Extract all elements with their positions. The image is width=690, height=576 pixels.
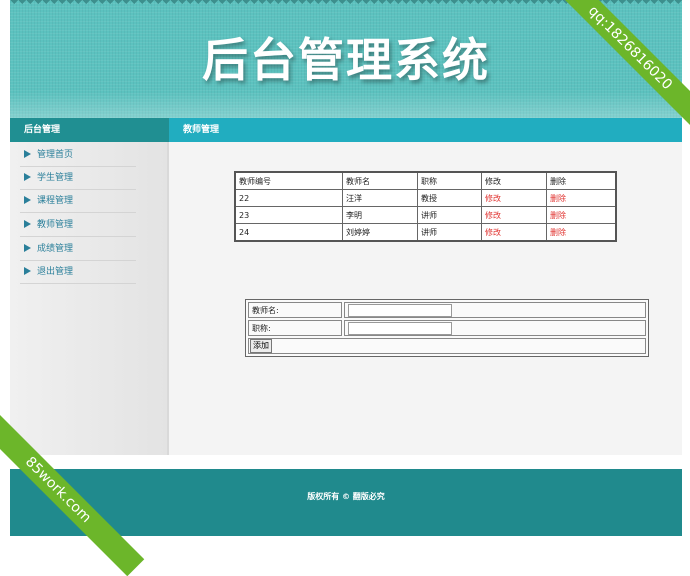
teacher-title-cell: 教授 bbox=[417, 189, 482, 207]
table-row: 22 汪洋 教授 修改 删除 bbox=[234, 189, 617, 207]
teacher-table: 教师编号 教师名 职称 修改 删除 22 汪洋 教授 修改 删除 23 李明 讲… bbox=[234, 171, 617, 242]
sidebar: 管理首页 学生管理 课程管理 教师管理 成绩管理 退出管理 bbox=[10, 142, 169, 455]
column-header: 修改 bbox=[481, 171, 547, 190]
teacher-title-input[interactable] bbox=[348, 321, 452, 335]
table-row: 24 刘婷婷 讲师 修改 删除 bbox=[234, 223, 617, 242]
add-teacher-form: 教师名: 职称: 添加 bbox=[245, 299, 649, 357]
edit-link[interactable]: 修改 bbox=[481, 223, 547, 242]
arrow-right-icon bbox=[24, 243, 31, 252]
column-header: 教师编号 bbox=[234, 171, 343, 190]
sidebar-item-students[interactable]: 学生管理 bbox=[20, 167, 136, 190]
arrow-right-icon bbox=[24, 266, 31, 275]
delete-link[interactable]: 删除 bbox=[546, 206, 617, 224]
arrow-right-icon bbox=[24, 149, 31, 158]
teacher-title-cell: 讲师 bbox=[417, 223, 482, 242]
sidebar-item-courses[interactable]: 课程管理 bbox=[20, 190, 136, 213]
teacher-id-cell: 23 bbox=[234, 206, 343, 224]
sidebar-item-label: 成绩管理 bbox=[37, 244, 74, 254]
column-header: 教师名 bbox=[342, 171, 418, 190]
teacher-name-cell: 汪洋 bbox=[342, 189, 418, 207]
teacher-id-cell: 24 bbox=[234, 223, 343, 242]
arrow-right-icon bbox=[24, 195, 31, 204]
teacher-id-cell: 22 bbox=[234, 189, 343, 207]
edit-link[interactable]: 修改 bbox=[481, 189, 547, 207]
teacher-name-input[interactable] bbox=[348, 303, 452, 317]
add-button[interactable]: 添加 bbox=[250, 339, 272, 353]
sidebar-item-label: 退出管理 bbox=[37, 267, 74, 277]
teacher-title-cell: 讲师 bbox=[417, 206, 482, 224]
delete-link[interactable]: 删除 bbox=[546, 189, 617, 207]
sidebar-item-logout[interactable]: 退出管理 bbox=[20, 261, 136, 284]
column-header: 删除 bbox=[546, 171, 617, 190]
sidebar-item-label: 管理首页 bbox=[37, 150, 74, 160]
column-header: 职称 bbox=[417, 171, 482, 190]
sidebar-item-label: 课程管理 bbox=[37, 196, 74, 206]
teacher-name-cell: 李明 bbox=[342, 206, 418, 224]
table-header-row: 教师编号 教师名 职称 修改 删除 bbox=[234, 171, 617, 190]
sidebar-item-home[interactable]: 管理首页 bbox=[20, 144, 136, 167]
arrow-right-icon bbox=[24, 172, 31, 181]
header-banner: 后台管理系统 bbox=[10, 0, 682, 118]
table-row: 23 李明 讲师 修改 删除 bbox=[234, 206, 617, 224]
teacher-name-label: 教师名: bbox=[248, 302, 342, 318]
sidebar-heading: 后台管理 bbox=[10, 118, 169, 142]
content-area: 教师编号 教师名 职称 修改 删除 22 汪洋 教授 修改 删除 23 李明 讲… bbox=[169, 142, 682, 455]
teacher-name-cell: 刘婷婷 bbox=[342, 223, 418, 242]
sidebar-item-teachers[interactable]: 教师管理 bbox=[20, 214, 136, 237]
teacher-title-label: 职称: bbox=[248, 320, 342, 336]
page: 后台管理系统 后台管理 教师管理 管理首页 学生管理 课程管理 教师管理 成绩管… bbox=[10, 0, 682, 542]
site-title: 后台管理系统 bbox=[202, 33, 490, 87]
sidebar-item-label: 学生管理 bbox=[37, 173, 74, 183]
edit-link[interactable]: 修改 bbox=[481, 206, 547, 224]
content-heading: 教师管理 bbox=[169, 118, 682, 142]
arrow-right-icon bbox=[24, 219, 31, 228]
delete-link[interactable]: 删除 bbox=[546, 223, 617, 242]
sidebar-item-grades[interactable]: 成绩管理 bbox=[20, 238, 136, 261]
sidebar-item-label: 教师管理 bbox=[37, 220, 74, 230]
